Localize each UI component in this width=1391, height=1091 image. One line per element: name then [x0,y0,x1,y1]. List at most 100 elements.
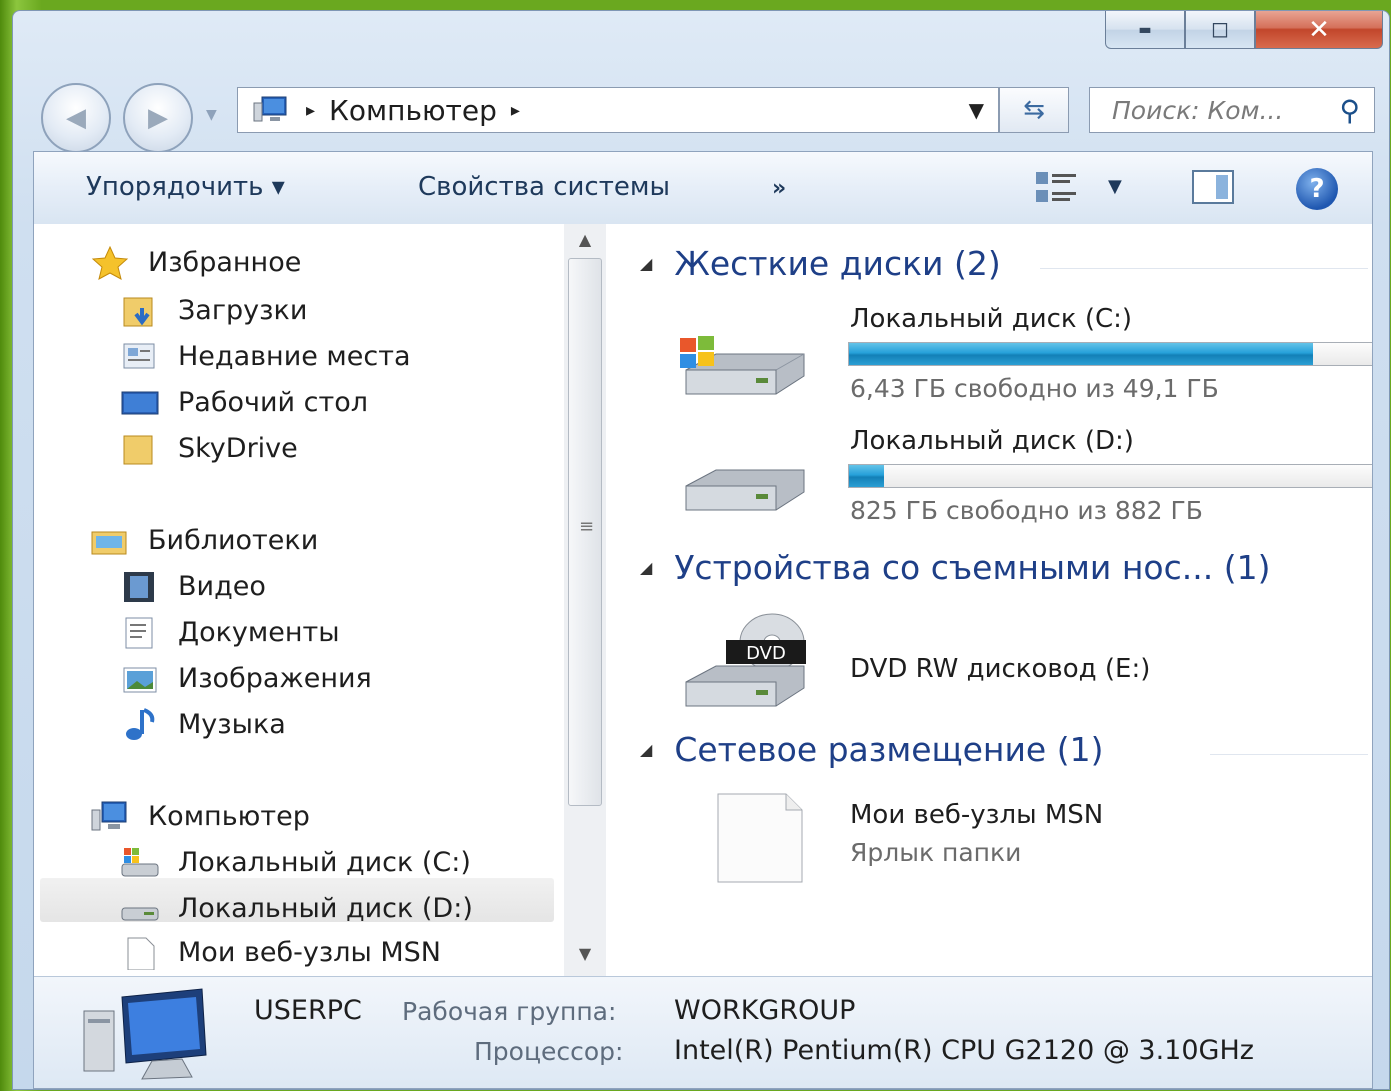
search-icon[interactable]: ⚲ [1339,94,1360,127]
drive-usage-fill [849,465,884,487]
address-bar[interactable]: ▸ Компьютер ▸ ▼ [237,87,999,133]
dvd-badge: DVD [746,643,786,664]
drive-name: DVD RW дисковод (E:) [850,654,1151,684]
scroll-up-arrow-icon[interactable]: ▲ [564,230,606,249]
group-header-hard-disks[interactable]: ◢ Жесткие диски (2) [640,244,1001,283]
nav-label: SkyDrive [178,432,298,464]
breadcrumb-separator[interactable]: ▸ [306,100,315,121]
nav-item-pictures[interactable]: Изображения [120,662,372,694]
drive-item-d[interactable]: Локальный диск (D:) 825 ГБ свободно из 8… [670,426,1372,536]
computer-icon [90,800,130,832]
caption-buttons: ▬ ◻ ✕ [1105,11,1383,51]
collapse-triangle-icon[interactable]: ◢ [640,254,652,273]
nav-label: Компьютер [148,800,310,832]
drive-icon [120,892,160,924]
group-title: Жесткие диски (2) [674,244,1001,283]
item-type: Ярлык папки [850,838,1022,867]
nav-item-recent-places[interactable]: Недавние места [120,340,411,372]
drive-item-dvd[interactable]: DVD DVD RW дисковод (E:) [670,612,1370,722]
help-icon[interactable]: ? [1296,168,1338,210]
preview-pane-icon[interactable] [1192,170,1234,204]
star-icon [90,245,130,280]
nav-item-skydrive[interactable]: SkyDrive [120,432,298,465]
forward-button[interactable]: ▶ [123,83,193,153]
group-divider [1040,268,1368,269]
nav-item-favorites[interactable]: Избранное [90,245,302,280]
more-commands-button[interactable]: » [772,176,786,201]
nav-item-documents[interactable]: Документы [120,616,340,649]
nav-item-drive-d[interactable]: Локальный диск (D:) [120,892,473,924]
group-header-removable[interactable]: ◢ Устройства со съемными нос... (1) [640,548,1270,587]
maximize-button[interactable]: ◻ [1185,11,1255,49]
item-name: Мои веб-узлы MSN [850,800,1104,830]
drive-usage-bar [848,342,1372,366]
nav-label: Мои веб-узлы MSN [178,936,441,968]
details-pane: USERPC Рабочая группа: WORKGROUP Процесс… [34,976,1372,1088]
nav-label: Библиотеки [148,524,319,556]
search-box[interactable]: Поиск: Ком... ⚲ [1089,87,1375,133]
scroll-down-arrow-icon[interactable]: ▼ [564,944,606,963]
nav-item-video[interactable]: Видео [120,570,266,602]
shortcut-file-icon [710,790,810,890]
maximize-icon: ◻ [1210,17,1230,42]
recent-pages-dropdown[interactable]: ▼ [206,107,217,123]
nav-item-computer[interactable]: Компьютер [90,800,310,832]
network-item-msn[interactable]: Мои веб-узлы MSN Ярлык папки [670,790,1370,900]
recent-places-icon [120,340,160,372]
drive-name: Локальный диск (C:) [850,304,1133,334]
nav-item-drive-c[interactable]: Локальный диск (C:) [120,846,471,878]
nav-label: Локальный диск (D:) [178,892,473,924]
nav-item-msn[interactable]: Мои веб-узлы MSN [120,936,441,971]
drive-icon [676,456,816,520]
nav-label: Недавние места [178,340,411,372]
scrollbar-thumb[interactable]: ≡ [568,258,602,806]
address-dropdown-icon[interactable]: ▼ [969,98,984,122]
group-title: Сетевое размещение (1) [674,730,1104,769]
collapse-triangle-icon[interactable]: ◢ [640,558,652,577]
nav-item-libraries[interactable]: Библиотеки [90,524,318,556]
nav-item-downloads[interactable]: Загрузки [120,294,307,327]
group-title: Устройства со съемными нос... (1) [674,548,1271,587]
system-properties-button[interactable]: Свойства системы [418,172,670,202]
change-view-icon[interactable] [1034,168,1084,206]
nav-item-desktop[interactable]: Рабочий стол [120,386,368,418]
group-header-network[interactable]: ◢ Сетевое размещение (1) [640,730,1103,769]
minimize-button[interactable]: ▬ [1105,11,1185,49]
main-content-pane: ◢ Жесткие диски (2) Локальный диск (C:) … [610,224,1372,976]
drive-free-space: 6,43 ГБ свободно из 49,1 ГБ [850,374,1219,403]
workgroup-value: WORKGROUP [674,995,856,1026]
shortcut-file-icon [120,936,160,971]
music-note-icon [120,708,160,740]
nav-label: Локальный диск (C:) [178,846,471,878]
processor-value: Intel(R) Pentium(R) CPU G2120 @ 3.10GHz [674,1035,1254,1066]
minimize-icon: ▬ [1138,21,1152,38]
forward-arrow-icon: ▶ [148,103,168,133]
drive-usage-bar [848,464,1372,488]
explorer-window: ▬ ◻ ✕ ◀ ▶ ▼ ▸ Компьютер ▸ ▼ ⇆ Поиск: Ком… [12,10,1390,1090]
group-divider [1210,754,1368,755]
windows-drive-icon [120,846,160,878]
desktop-icon [120,386,160,418]
search-input[interactable]: Поиск: Ком... [1112,96,1339,125]
nav-label: Видео [178,570,266,602]
breadcrumb-separator[interactable]: ▸ [511,100,520,121]
drive-item-c[interactable]: Локальный диск (C:) 6,43 ГБ свободно из … [670,304,1372,414]
organize-button[interactable]: Упорядочить ▾ [86,172,285,202]
collapse-triangle-icon[interactable]: ◢ [640,740,652,759]
folder-icon [120,432,160,465]
computer-large-icon [82,985,222,1088]
nav-label: Музыка [178,708,286,740]
libraries-icon [90,524,130,556]
nav-label: Избранное [148,246,302,278]
pictures-icon [120,662,160,694]
back-arrow-icon: ◀ [66,103,86,133]
breadcrumb-computer[interactable]: Компьютер [329,94,497,127]
back-button[interactable]: ◀ [41,83,111,153]
refresh-button[interactable]: ⇆ [999,87,1069,133]
command-bar: Упорядочить ▾ Свойства системы » ▼ ? [34,152,1372,225]
navigation-scrollbar[interactable]: ▲ ≡ ▼ [564,224,606,976]
view-options-dropdown-icon[interactable]: ▼ [1108,176,1122,197]
nav-item-music[interactable]: Музыка [120,708,286,740]
grip-icon: ≡ [579,516,595,537]
close-button[interactable]: ✕ [1255,11,1383,49]
